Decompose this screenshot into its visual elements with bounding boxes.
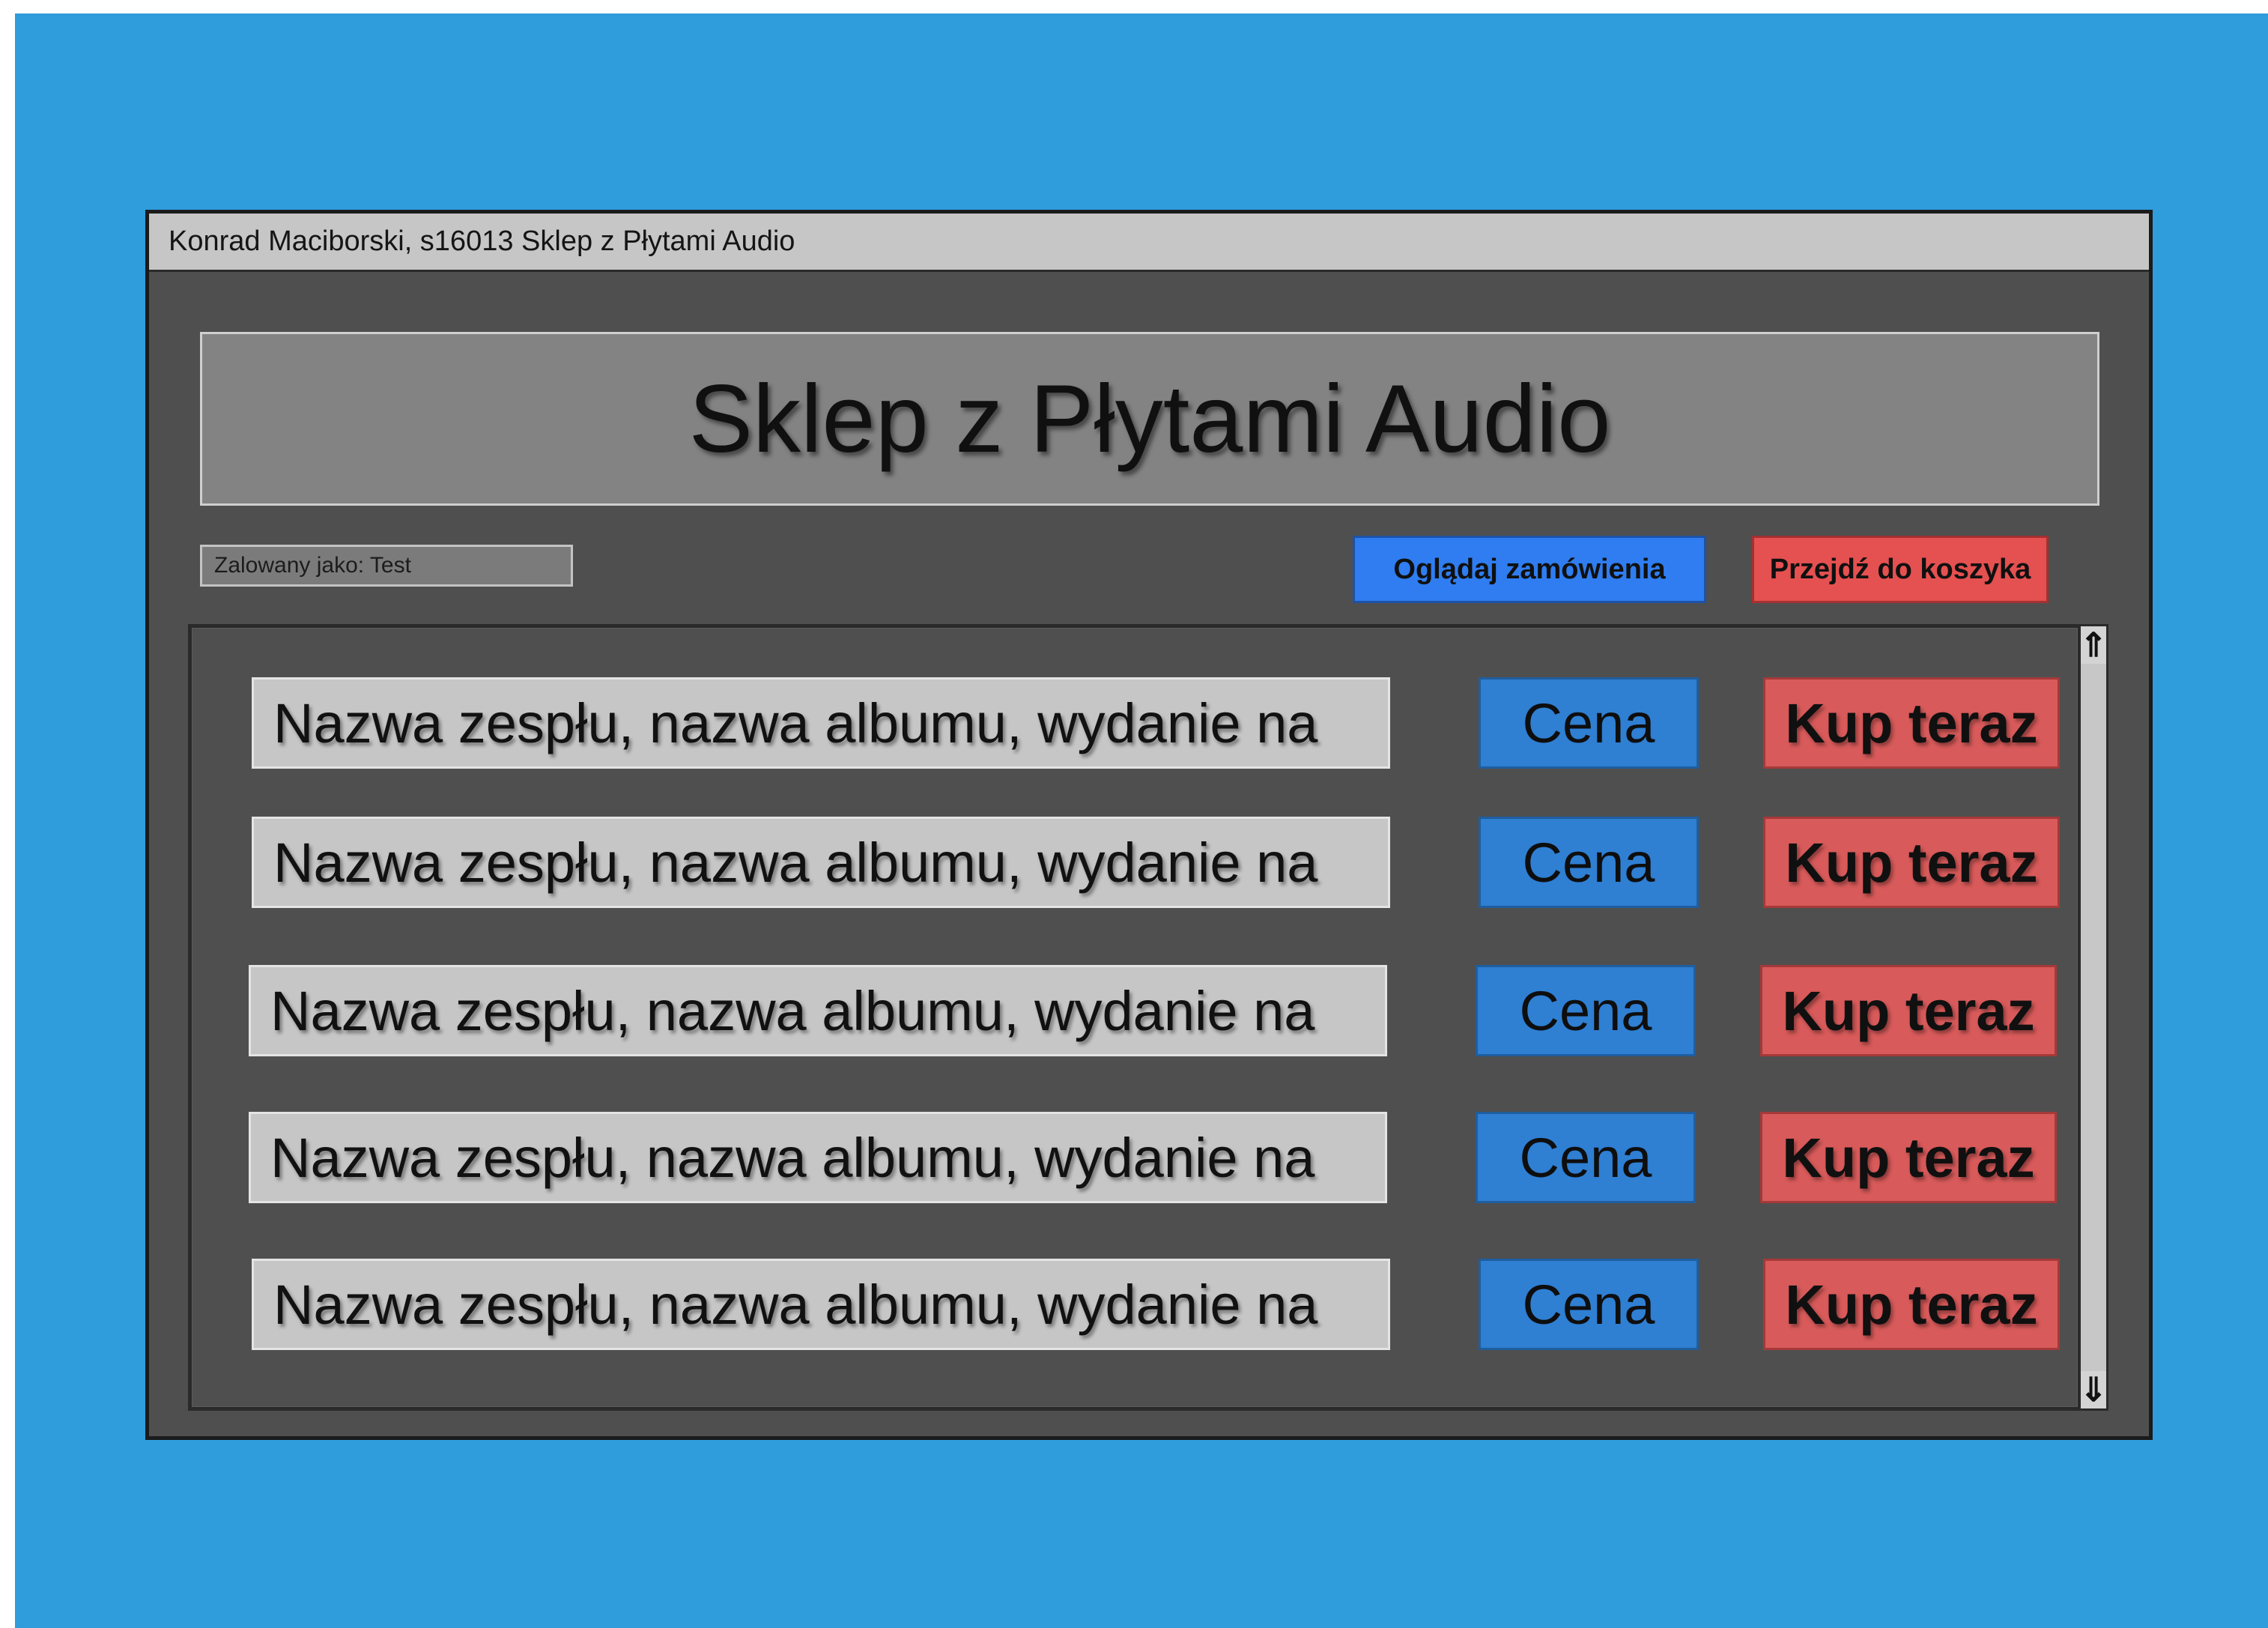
product-name: Nazwa zespłu, nazwa albumu, wydanie na: [252, 677, 1390, 769]
price-button[interactable]: Cena: [1479, 817, 1699, 908]
product-name: Nazwa zespłu, nazwa albumu, wydanie na: [249, 965, 1387, 1056]
price-button[interactable]: Cena: [1476, 965, 1696, 1056]
buy-now-button[interactable]: Kup teraz: [1763, 817, 2060, 908]
buy-now-button[interactable]: Kup teraz: [1763, 1259, 2060, 1350]
vertical-scrollbar[interactable]: ⇑ ⇓: [2079, 624, 2108, 1411]
buy-now-button[interactable]: Kup teraz: [1760, 1112, 2057, 1203]
view-orders-label: Oglądaj zamówienia: [1393, 553, 1666, 585]
login-status-label: Zalowany jako: Test: [214, 553, 411, 578]
page-title-banner: Sklep z Płytami Audio: [200, 332, 2099, 506]
window-title: Konrad Maciborski, s16013 Sklep z Płytam…: [169, 226, 795, 257]
page-title: Sklep z Płytami Audio: [688, 365, 1611, 473]
app-window: Konrad Maciborski, s16013 Sklep z Płytam…: [145, 210, 2153, 1440]
product-name: Nazwa zespłu, nazwa albumu, wydanie na: [249, 1112, 1387, 1203]
buy-now-button[interactable]: Kup teraz: [1763, 677, 2060, 769]
view-orders-button[interactable]: Oglądaj zamówienia: [1353, 536, 1706, 603]
login-status: Zalowany jako: Test: [200, 545, 573, 587]
product-list: Nazwa zespłu, nazwa albumu, wydanie na C…: [188, 624, 2081, 1411]
buy-now-button[interactable]: Kup teraz: [1760, 965, 2057, 1056]
go-to-cart-label: Przejdź do koszyka: [1769, 553, 2031, 585]
price-button[interactable]: Cena: [1476, 1112, 1696, 1203]
product-name: Nazwa zespłu, nazwa albumu, wydanie na: [252, 817, 1390, 908]
arrow-down-icon[interactable]: ⇓: [2080, 1371, 2107, 1408]
window-titlebar[interactable]: Konrad Maciborski, s16013 Sklep z Płytam…: [149, 214, 2149, 272]
go-to-cart-button[interactable]: Przejdź do koszyka: [1752, 536, 2049, 603]
price-button[interactable]: Cena: [1479, 677, 1699, 769]
price-button[interactable]: Cena: [1479, 1259, 1699, 1350]
product-name: Nazwa zespłu, nazwa albumu, wydanie na: [252, 1259, 1390, 1350]
arrow-up-icon[interactable]: ⇑: [2080, 626, 2107, 664]
